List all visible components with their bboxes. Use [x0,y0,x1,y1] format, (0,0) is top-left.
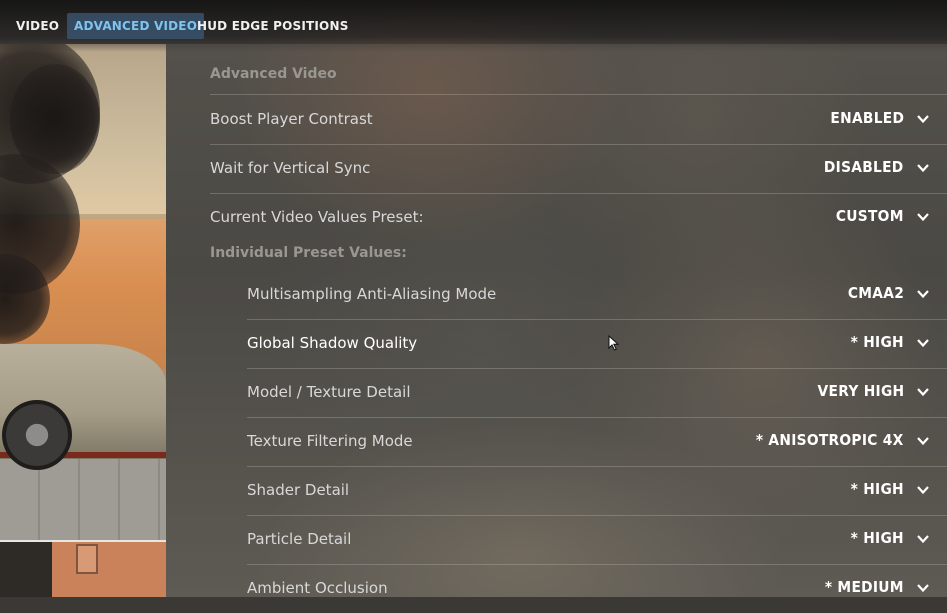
chevron-down-icon[interactable] [916,532,930,546]
setting-value-dropdown[interactable]: VERY HIGH [817,382,904,400]
chevron-down-icon[interactable] [916,112,930,126]
setting-row-model-texture-detail[interactable]: Model / Texture Detail VERY HIGH [247,369,947,417]
chevron-down-icon[interactable] [916,483,930,497]
section-title: Advanced Video [210,66,337,82]
setting-row-vertical-sync[interactable]: Wait for Vertical Sync DISABLED [210,145,947,193]
setting-label: Boost Player Contrast [210,110,373,128]
setting-row-texture-filtering-mode[interactable]: Texture Filtering Mode * ANISOTROPIC 4X [247,418,947,466]
setting-label: Global Shadow Quality [247,334,418,352]
setting-row-particle-detail[interactable]: Particle Detail * HIGH [247,516,947,564]
divider [210,94,947,95]
chevron-down-icon[interactable] [916,336,930,350]
setting-label: Particle Detail [247,530,352,548]
setting-label: Ambient Occlusion [247,579,388,597]
setting-label: Multisampling Anti-Aliasing Mode [247,285,497,303]
setting-label: Wait for Vertical Sync [210,159,371,177]
setting-value-dropdown[interactable]: * MEDIUM [825,578,904,596]
tab-advanced-video[interactable]: ADVANCED VIDEO [67,13,205,39]
setting-row-boost-player-contrast[interactable]: Boost Player Contrast ENABLED [210,96,947,144]
setting-value-dropdown[interactable]: DISABLED [824,158,904,176]
chevron-down-icon[interactable] [916,434,930,448]
tab-video[interactable]: VIDEO [9,13,66,39]
setting-value-dropdown[interactable]: * HIGH [851,333,904,351]
chevron-down-icon[interactable] [916,210,930,224]
setting-label: Current Video Values Preset: [210,208,424,226]
tab-hud-edge-positions[interactable]: HUD EDGE POSITIONS [190,13,356,39]
setting-value-dropdown[interactable]: * HIGH [851,529,904,547]
setting-row-shader-detail[interactable]: Shader Detail * HIGH [247,467,947,515]
setting-value-dropdown[interactable]: CMAA2 [848,284,904,302]
scene-preview-image [0,44,166,597]
setting-row-ambient-occlusion[interactable]: Ambient Occlusion * MEDIUM [247,565,947,613]
setting-label: Model / Texture Detail [247,383,411,401]
chevron-down-icon[interactable] [916,581,930,595]
setting-value-dropdown[interactable]: ENABLED [830,109,904,127]
subsection-title: Individual Preset Values: [210,245,407,261]
setting-label: Texture Filtering Mode [247,432,413,450]
setting-label: Shader Detail [247,481,350,499]
setting-value-dropdown[interactable]: CUSTOM [836,207,904,225]
setting-value-dropdown[interactable]: * ANISOTROPIC 4X [756,431,904,449]
setting-value-dropdown[interactable]: * HIGH [851,480,904,498]
setting-row-msaa-mode[interactable]: Multisampling Anti-Aliasing Mode CMAA2 [247,271,947,319]
chevron-down-icon[interactable] [916,287,930,301]
setting-row-video-preset[interactable]: Current Video Values Preset: CUSTOM [210,194,947,242]
chevron-down-icon[interactable] [916,385,930,399]
chevron-down-icon[interactable] [916,161,930,175]
mouse-cursor-icon [608,335,619,351]
setting-row-global-shadow-quality[interactable]: Global Shadow Quality * HIGH [247,320,947,368]
advanced-video-panel: Advanced Video Boost Player Contrast ENA… [166,44,947,597]
